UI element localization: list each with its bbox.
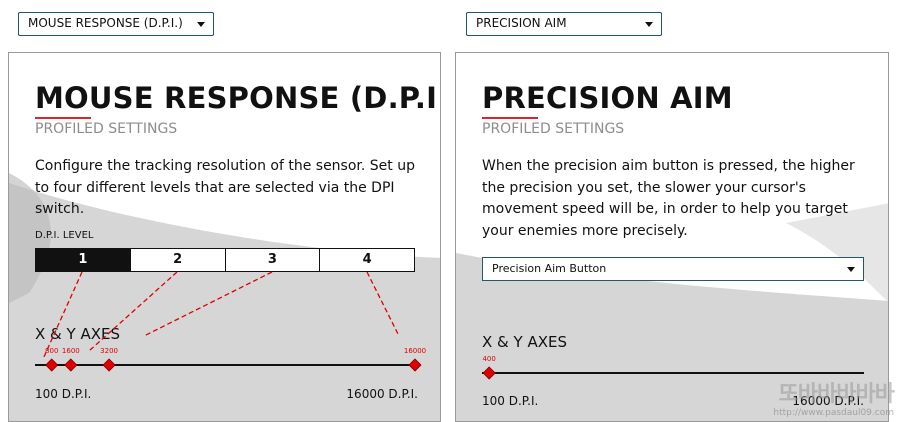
- dpi-marker-400[interactable]: 400: [482, 355, 496, 380]
- marker-value-label: 800: [45, 347, 58, 355]
- watermark-text: 또바바바바바: [778, 382, 895, 407]
- dpi-marker-800[interactable]: 800: [45, 347, 59, 372]
- marker-diamond-icon[interactable]: [482, 366, 496, 380]
- left-dropdown-value: MOUSE RESPONSE (D.P.I.): [28, 16, 183, 30]
- dpi-marker-16000[interactable]: 16000: [404, 347, 426, 372]
- marker-diamond-icon[interactable]: [102, 358, 116, 372]
- marker-diamond-icon[interactable]: [45, 358, 59, 372]
- precision-aim-panel: PRECISION AIM PROFILED SETTINGS When the…: [455, 52, 889, 422]
- chevron-down-icon: [645, 22, 653, 27]
- precision-slider-markers: 400: [482, 355, 496, 380]
- watermark-url: http://www.pasdaul09.com: [773, 408, 894, 418]
- slider-max-label: 16000 D.P.I.: [346, 387, 418, 401]
- marker-value-label: 400: [482, 355, 495, 363]
- marker-diamond-icon[interactable]: [64, 358, 78, 372]
- right-section-dropdown[interactable]: PRECISION AIM: [466, 12, 662, 36]
- dpi-marker-3200[interactable]: 3200: [100, 347, 118, 372]
- mouse-response-panel: MOUSE RESPONSE (D.P.I.) PROFILED SETTING…: [8, 52, 441, 422]
- marker-diamond-icon[interactable]: [408, 358, 422, 372]
- marker-value-label: 1600: [62, 347, 80, 355]
- chevron-down-icon: [197, 22, 205, 27]
- slider-min-label: 100 D.P.I.: [35, 387, 92, 401]
- dpi-marker-1600[interactable]: 1600: [62, 347, 80, 372]
- slider-min-label: 100 D.P.I.: [482, 394, 539, 408]
- watermark: 또바바바바바 http://www.pasdaul09.com: [773, 376, 895, 418]
- left-section-dropdown[interactable]: MOUSE RESPONSE (D.P.I.): [18, 12, 214, 36]
- marker-value-label: 3200: [100, 347, 118, 355]
- marker-value-label: 16000: [404, 347, 426, 355]
- right-dropdown-value: PRECISION AIM: [476, 16, 567, 30]
- dpi-slider-markers: 800 1600 3200 16000: [45, 347, 426, 372]
